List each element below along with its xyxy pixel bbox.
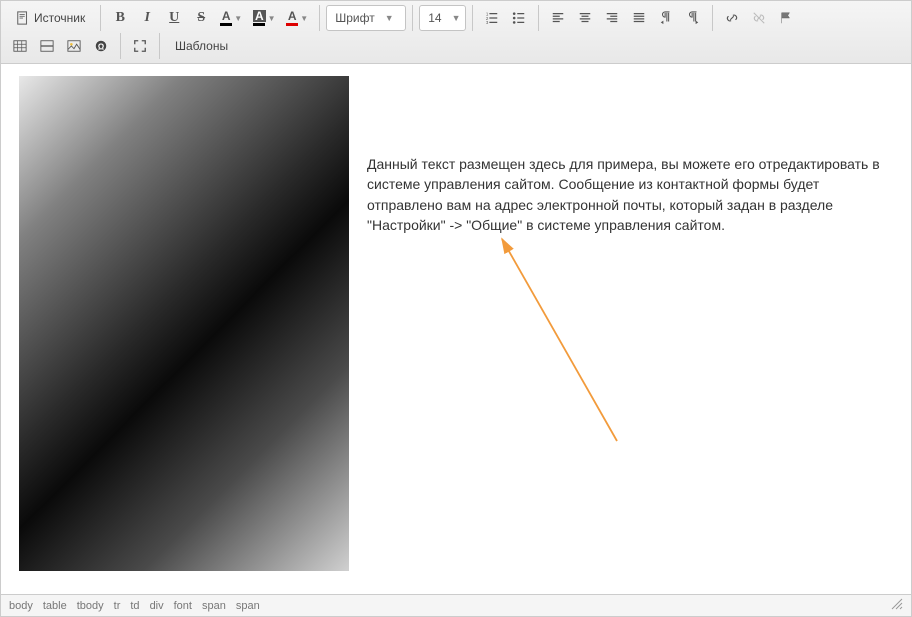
templates-button[interactable]: Шаблоны [166,33,237,59]
table-icon [13,39,27,53]
crumb-item[interactable]: span [236,600,260,612]
image-icon [67,39,81,53]
align-center-button[interactable] [572,5,598,31]
crumb-item[interactable]: div [150,600,164,612]
source-icon [16,11,30,25]
ltr-icon [659,11,673,25]
remove-format-button[interactable]: A▼ [281,5,313,31]
bullet-list-button[interactable] [506,5,532,31]
crumb-item[interactable]: td [130,600,139,612]
content-text[interactable]: Данный текст размещен здесь для примера,… [367,156,880,233]
bullet-list-icon [512,11,526,25]
bg-color-icon: A [253,10,266,26]
toolbar-row-1: Источник B I U S A▼ A▼ A▼ [7,5,905,31]
image-button[interactable] [61,33,87,59]
bold-icon: B [116,10,125,26]
bg-color-button[interactable]: A▼ [248,5,280,31]
font-select-label: Шрифт [335,11,374,25]
numbered-list-button[interactable]: 123 [479,5,505,31]
templates-label: Шаблоны [175,39,228,53]
remove-format-icon: A [286,10,298,26]
toolbar: Источник B I U S A▼ A▼ A▼ [1,1,911,64]
hr-button[interactable] [34,33,60,59]
size-select-label: 14 [428,11,441,25]
editor-content[interactable]: Данный текст размещен здесь для примера,… [1,64,911,594]
underline-icon: U [169,10,179,26]
size-select[interactable]: 14 ▼ [419,5,465,31]
crumb-item[interactable]: font [174,600,192,612]
flag-icon [779,11,793,25]
anchor-button[interactable] [773,5,799,31]
text-color-button[interactable]: A▼ [215,5,247,31]
hr-icon [40,39,54,53]
link-icon [725,11,739,25]
italic-icon: I [145,10,150,26]
align-left-icon [551,11,565,25]
maximize-button[interactable] [127,33,153,59]
resize-handle[interactable] [891,598,903,613]
content-image[interactable] [19,76,349,571]
source-label: Источник [34,11,85,25]
resize-icon [891,598,903,610]
italic-button[interactable]: I [134,5,160,31]
strike-button[interactable]: S [188,5,214,31]
crumb-item[interactable]: tbody [77,600,104,612]
special-char-button[interactable]: Ω [88,33,114,59]
toolbar-row-2: Ω Шаблоны [7,33,905,59]
chevron-down-icon: ▼ [385,13,394,23]
align-justify-button[interactable] [626,5,652,31]
ltr-button[interactable] [653,5,679,31]
svg-text:Ω: Ω [98,43,104,52]
align-right-icon [605,11,619,25]
content-area: Данный текст размещен здесь для примера,… [1,64,911,594]
annotation-arrow [487,231,647,451]
crumb-item[interactable]: body [9,600,33,612]
table-button[interactable] [7,33,33,59]
text-color-icon: A [220,10,232,26]
align-justify-icon [632,11,646,25]
svg-text:3: 3 [485,20,488,25]
chevron-down-icon: ▼ [452,13,461,23]
underline-button[interactable]: U [161,5,187,31]
strike-icon: S [197,10,205,26]
numbered-list-icon: 123 [485,11,499,25]
crumb-item[interactable]: span [202,600,226,612]
omega-icon: Ω [94,39,108,53]
unlink-button[interactable] [746,5,772,31]
breadcrumb: body table tbody tr td div font span spa… [9,600,260,612]
rtl-button[interactable] [680,5,706,31]
content-layout: Данный текст размещен здесь для примера,… [19,76,893,571]
font-select[interactable]: Шрифт ▼ [326,5,406,31]
editor-container: Источник B I U S A▼ A▼ A▼ [0,0,912,617]
crumb-item[interactable]: table [43,600,67,612]
source-button[interactable]: Источник [7,5,94,31]
rtl-icon [686,11,700,25]
align-right-button[interactable] [599,5,625,31]
content-text-column: Данный текст размещен здесь для примера,… [367,76,893,235]
crumb-item[interactable]: tr [114,600,121,612]
status-bar: body table tbody tr td div font span spa… [1,594,911,616]
unlink-icon [752,11,766,25]
bold-button[interactable]: B [107,5,133,31]
maximize-icon [133,39,147,53]
align-center-icon [578,11,592,25]
link-button[interactable] [719,5,745,31]
align-left-button[interactable] [545,5,571,31]
